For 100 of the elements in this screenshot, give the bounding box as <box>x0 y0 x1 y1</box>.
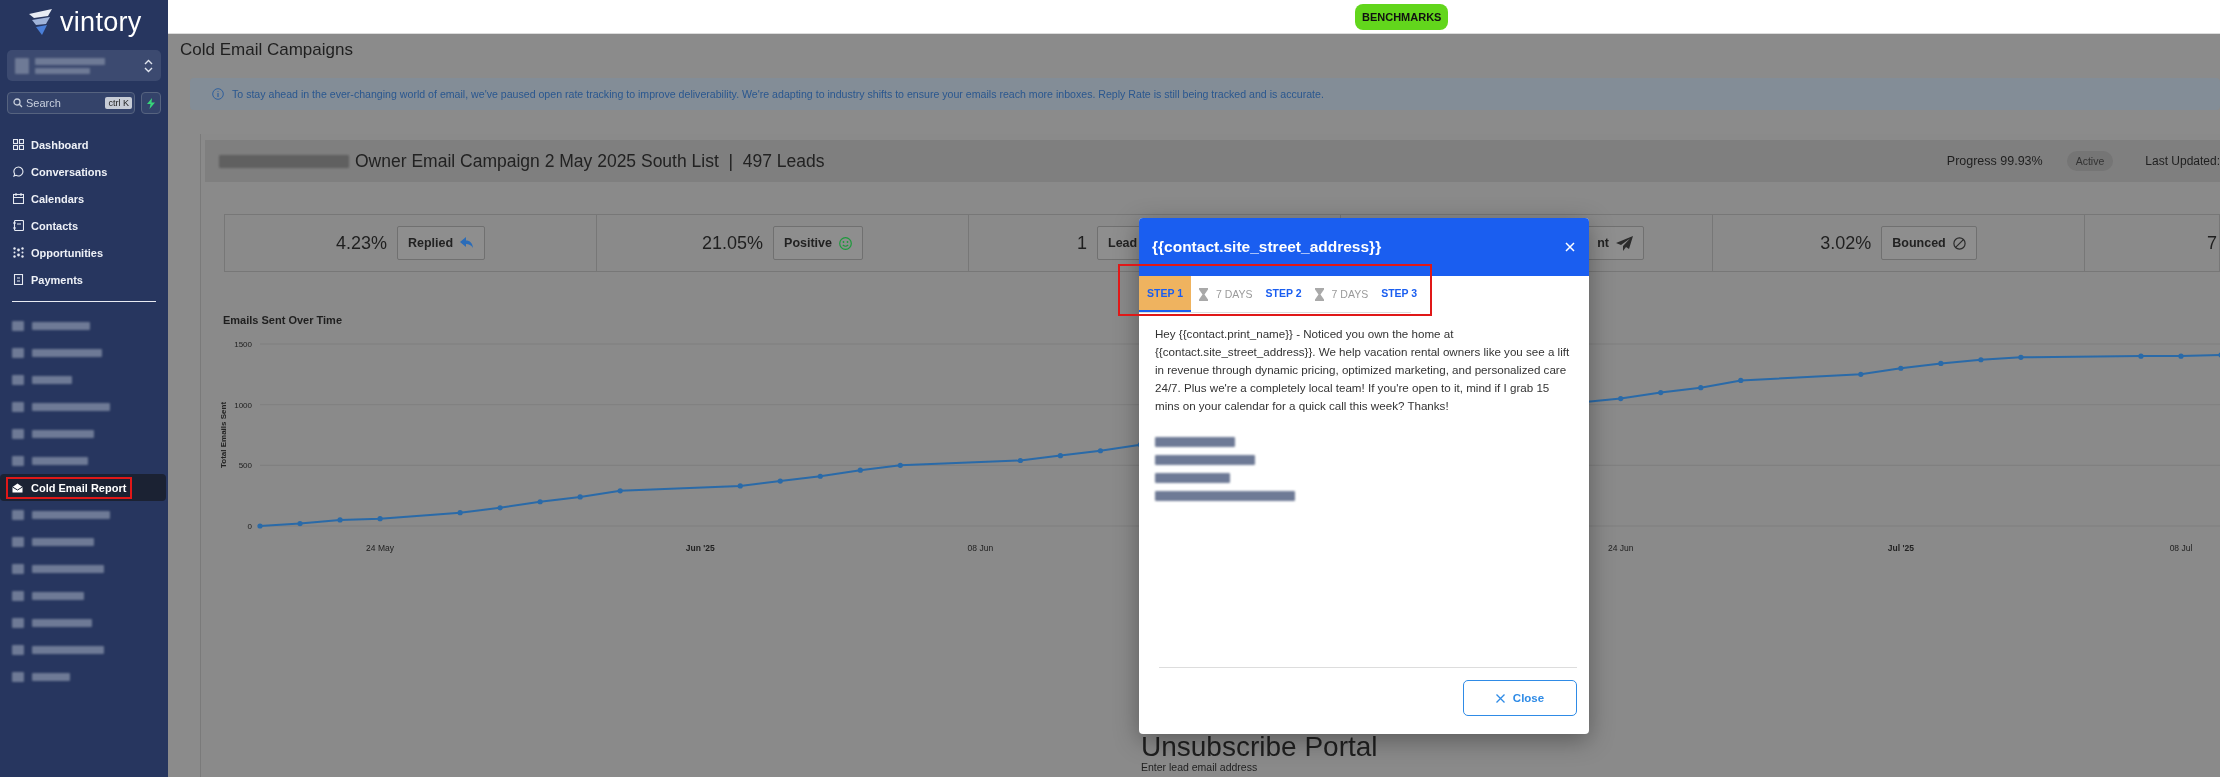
portal-title: Unsubscribe Portal <box>1141 732 1379 762</box>
axis-tick-label: Jul '25 <box>1887 543 1914 553</box>
axis-tick-label: 1000 <box>234 400 252 410</box>
status-badge: Active <box>2066 151 2114 171</box>
data-point <box>1017 457 1023 464</box>
redacted-text <box>32 618 92 627</box>
sidebar-item[interactable]: Opportunities <box>0 239 168 266</box>
data-point <box>377 516 383 522</box>
stat-filter-button[interactable]: Replied <box>396 226 486 260</box>
quick-action-button[interactable] <box>141 92 161 114</box>
redacted-text <box>32 564 104 573</box>
notice-text: To stay ahead in the ever-changing world of email, we've paused open rate tracking to improve deliverability. We're adapting to industry shifts to ensure your emails reach more inboxes. Reply Rate is still being tracked and is accurate. <box>232 88 1324 100</box>
stat-value: 3.02% <box>1820 232 1872 254</box>
redacted-icon <box>12 347 24 358</box>
redacted-text <box>32 456 88 465</box>
redacted-text <box>32 375 72 384</box>
axis-tick-label: 08 Jul <box>2169 543 2193 553</box>
account-switcher[interactable] <box>7 50 161 81</box>
redacted-icon <box>12 536 24 547</box>
redacted-text <box>32 429 94 438</box>
axis-tick-label: 0 <box>247 522 252 531</box>
data-point <box>737 483 743 489</box>
field-label: Enter lead email address <box>1141 761 1259 773</box>
redacted-icon <box>12 320 24 331</box>
data-point <box>777 478 783 484</box>
data-point <box>2138 353 2144 359</box>
data-point <box>457 510 463 516</box>
sidebar-item[interactable]: Calendars <box>0 185 168 212</box>
hourglass-icon <box>1199 287 1208 301</box>
paper-plane-icon <box>1616 235 1633 251</box>
redacted-icon <box>12 563 24 574</box>
ban-icon <box>1952 236 1966 250</box>
data-point <box>1938 360 1944 366</box>
data-point <box>337 517 343 523</box>
stat-value: 7 <box>2207 232 2217 254</box>
stat-value: 4.23% <box>335 232 387 254</box>
sidebar-item[interactable]: Payments <box>0 266 168 293</box>
benchmarks-button[interactable]: BENCHMARKS <box>1355 3 1449 30</box>
redacted-icon <box>12 590 24 601</box>
data-point <box>817 473 823 479</box>
sidebar-item[interactable]: Conversations <box>0 158 168 185</box>
stat-filter-button[interactable]: Bounced <box>1881 226 1977 260</box>
axis-tick-label: 1500 <box>234 340 252 349</box>
sidebar-item[interactable]: Contacts <box>0 212 168 239</box>
redacted-text <box>32 348 102 357</box>
axis-title: Total Emails Sent <box>219 401 228 469</box>
reply-arrow-icon <box>460 237 475 249</box>
redacted-icon <box>12 671 24 682</box>
delay-label: 7 DAYS <box>1331 288 1369 300</box>
redacted-icon <box>12 401 24 412</box>
sidebar-item[interactable]: Dashboard <box>0 131 168 158</box>
data-point <box>1698 385 1704 391</box>
redacted-text <box>32 672 70 681</box>
data-point <box>1858 371 1864 377</box>
stat-filter-button[interactable]: Positive <box>773 226 863 260</box>
calendar-icon <box>13 193 24 204</box>
step-tab[interactable]: STEP 2 <box>1260 276 1307 312</box>
lightning-icon <box>147 97 155 109</box>
data-point <box>1738 377 1744 383</box>
close-button[interactable]: Close <box>1463 680 1577 716</box>
data-point <box>1978 357 1984 363</box>
stat-filter-button[interactable]: nt <box>1586 226 1644 260</box>
address-book-icon <box>13 220 24 231</box>
progress-text: Progress 99.93% <box>1946 154 2043 168</box>
dots-icon <box>13 247 24 258</box>
search-icon <box>13 98 23 108</box>
sidebar-item[interactable]: Cold Email Report <box>0 474 166 501</box>
redacted-text <box>32 591 84 600</box>
redacted-text <box>32 645 104 654</box>
data-point <box>1658 389 1664 396</box>
axis-tick-label: 24 Jun <box>1607 543 1634 553</box>
delay-label: 7 DAYS <box>1216 288 1253 300</box>
chevron-updown-icon <box>144 58 153 73</box>
grid-icon <box>13 139 24 150</box>
envelope-icon <box>12 482 23 493</box>
data-point <box>497 505 503 511</box>
redacted-icon <box>12 428 24 439</box>
hourglass-icon <box>1314 287 1324 301</box>
data-point <box>617 488 623 494</box>
shortcut-badge: ctrl K <box>105 97 132 109</box>
data-point <box>2018 354 2024 360</box>
page-title: Cold Email Campaigns <box>180 40 354 61</box>
step-tab[interactable]: STEP 1 <box>1139 276 1191 312</box>
axis-tick-label: 500 <box>238 461 252 471</box>
logo-text: vintory <box>60 8 142 36</box>
redacted-icon <box>12 509 24 520</box>
close-icon[interactable] <box>1563 240 1577 254</box>
axis-tick-label: 08 Jun <box>967 543 994 553</box>
step-tab[interactable]: STEP 3 <box>1376 276 1423 312</box>
stat-value: 1 <box>1077 232 1087 254</box>
redacted-text <box>32 321 90 330</box>
data-point <box>2178 353 2184 359</box>
data-point <box>537 499 543 505</box>
axis-tick-label: Jun '25 <box>685 543 715 553</box>
data-point <box>1618 396 1624 402</box>
stat-value: 21.05% <box>702 232 764 254</box>
chat-bubble-icon <box>13 166 24 177</box>
data-point <box>257 523 263 529</box>
campaign-title: Owner Email Campaign 2 May 2025 South List | 497 Leads <box>355 150 825 172</box>
redacted-icon <box>12 374 24 385</box>
